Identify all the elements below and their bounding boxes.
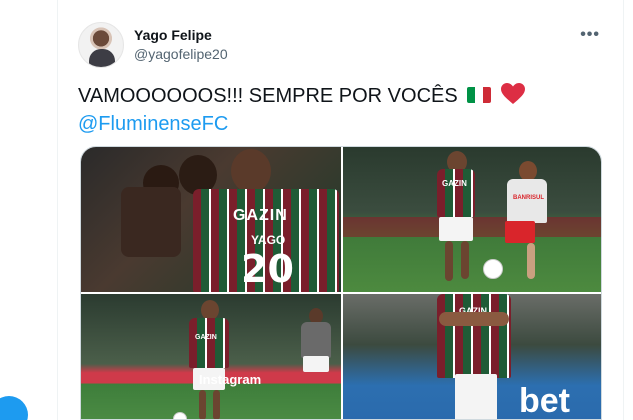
adboard-text: Instagram (199, 372, 262, 387)
tweet-text: VAMOOOOOOS!!! SEMPRE POR VOCÊS @Fluminen… (78, 82, 525, 138)
more-dots-icon[interactable]: ••• (580, 26, 600, 44)
right-column-border (623, 0, 633, 420)
red-heart-emoji (500, 83, 525, 104)
mention-link[interactable]: @FluminenseFC (78, 110, 525, 138)
jersey-sponsor: GAZIN (195, 334, 217, 341)
jersey-number: 20 (241, 247, 294, 291)
photo-2[interactable]: GAZIN BANRISUL (343, 147, 601, 292)
photo-3[interactable]: GAZIN Instagram (81, 294, 341, 419)
italy-flag-emoji (467, 87, 492, 103)
jersey-sponsor: GAZIN (442, 179, 467, 188)
photo-4[interactable]: GAZIN bet (343, 294, 601, 420)
tweet-text-line: VAMOOOOOOS!!! SEMPRE POR VOCÊS (78, 85, 458, 107)
media-grid: GAZIN YAGO 20 GAZIN BANRISUL GAZIN Insta… (80, 146, 602, 420)
adboard-text: bet (519, 382, 570, 420)
jersey-name: YAGO (251, 233, 286, 247)
left-column-border (0, 0, 58, 420)
avatar[interactable] (78, 22, 124, 68)
tweet-card[interactable]: Yago Felipe @yagofelipe20 ••• VAMOOOOOOS… (62, 12, 622, 420)
opponent-sponsor: BANRISUL (513, 195, 544, 201)
user-handle[interactable]: @yagofelipe20 (134, 46, 228, 62)
jersey-sponsor: GAZIN (233, 207, 288, 224)
photo-1[interactable]: GAZIN YAGO 20 (81, 147, 341, 292)
display-name[interactable]: Yago Felipe (134, 27, 212, 43)
